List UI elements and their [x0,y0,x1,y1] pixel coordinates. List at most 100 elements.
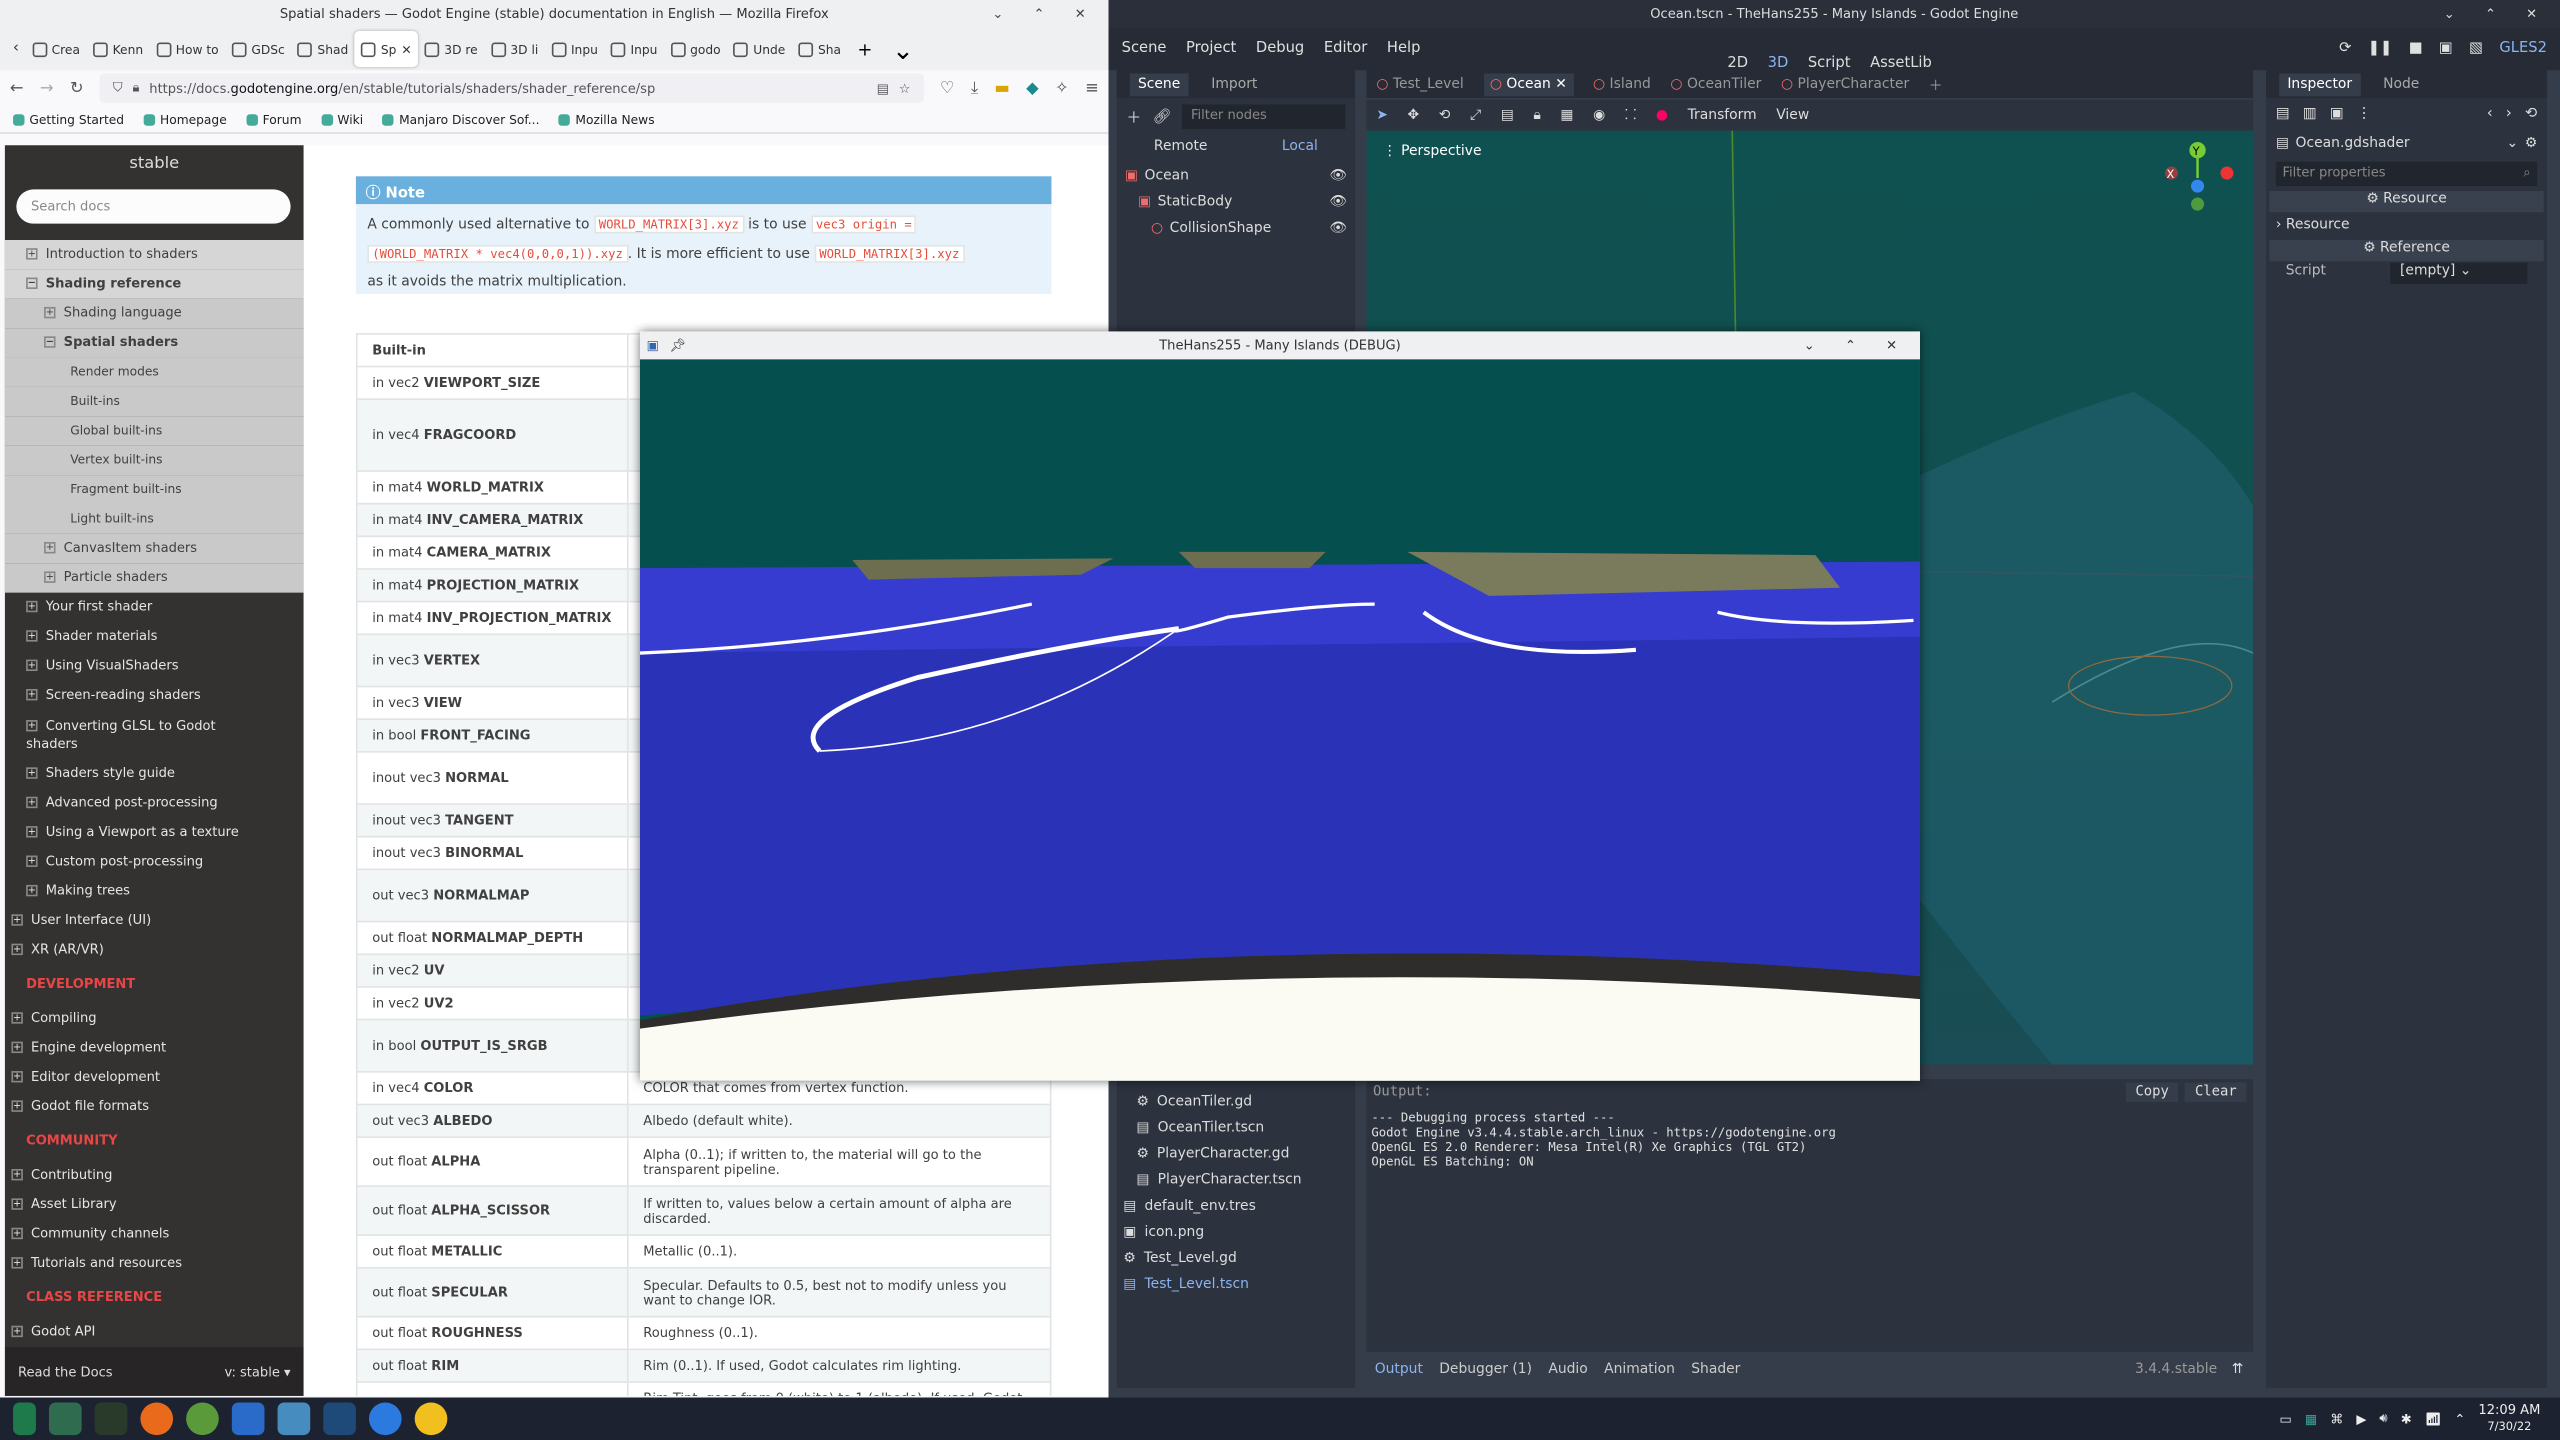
version-selector[interactable]: v: stable ▾ [224,1364,290,1379]
reader-icon[interactable]: ▤ [877,81,889,96]
file-item[interactable]: ▤ Test_Level.tscn [1117,1272,1355,1298]
browser-icon[interactable] [368,1402,402,1436]
expand-icon[interactable]: + [26,826,38,838]
lock-icon[interactable]: 🔒︎ [1533,107,1540,123]
file-item[interactable]: ▤ PlayerCharacter.tscn [1117,1167,1355,1193]
terminal-icon[interactable] [48,1402,82,1436]
scene-tree-node[interactable]: ○ CollisionShape 👁︎ [1125,216,1347,242]
link-icon[interactable]: 🔗︎ [1153,109,1172,125]
browser-tab[interactable]: Shad [291,31,354,67]
bookmark-item[interactable]: Wiki [321,112,363,127]
tab-list-icon[interactable]: ⌄ [882,33,923,64]
expand-icon[interactable]: + [26,688,38,701]
pin-icon[interactable]: 📌︎ [669,331,686,359]
browser-tab[interactable]: 3D re [418,31,484,67]
visibility-icon[interactable]: 👁︎ [1329,220,1347,236]
expand-icon[interactable]: + [26,767,38,779]
download-icon[interactable]: ⤓ [971,79,978,97]
nav-item[interactable]: + Engine development [5,1033,304,1062]
network-icon[interactable]: ⌘ [2330,1411,2343,1426]
godot-window-controls[interactable]: ⌄ ⌃ ✕ [2444,0,2550,28]
scene-tab[interactable]: ○ Test_Level [1376,76,1463,92]
window-controls[interactable]: ⌄ ⌃ ✕ [992,0,1098,28]
search-input[interactable]: Search docs [16,189,291,224]
godot-icon[interactable] [277,1402,311,1436]
arrow-up-icon[interactable]: ⌃ [2454,1411,2465,1426]
extensions-icon[interactable]: ✧ [1055,79,1069,97]
browser-tab[interactable]: Sha [792,31,848,67]
nav-item[interactable]: + User Interface (UI) [5,906,304,935]
nav-item[interactable]: + Using a Viewport as a texture [5,818,304,847]
stop-icon[interactable]: ■ [2409,41,2423,57]
group-icon[interactable]: ▦ [1560,107,1573,123]
resource-subsection[interactable]: › Resource [2266,217,2547,240]
nav-item[interactable]: + CanvasItem shaders [4,533,304,564]
wifi-icon[interactable]: 📶︎ [2425,1411,2442,1426]
bookmark-item[interactable]: Homepage [143,112,227,127]
volume-icon[interactable]: 🔊︎ [2379,1411,2387,1427]
extension-icon[interactable]: ▬ [994,79,1009,97]
nav-item[interactable]: + Editor development [5,1063,304,1092]
browser-tab[interactable]: GDSc [225,31,291,67]
clear-button[interactable]: Clear [2185,1081,2247,1102]
display-icon[interactable]: ▭ [2279,1411,2291,1426]
resource-name[interactable]: Ocean.gdshader [2296,136,2410,152]
bookmark-item[interactable]: Mozilla News [559,112,655,127]
browser-tab[interactable]: Kenn [87,31,150,67]
game-window[interactable]: ▣ 📌︎ TheHans255 - Many Islands (DEBUG) ⌄… [639,331,1920,1081]
viewport-menu[interactable]: Transform [1688,107,1757,123]
expand-icon[interactable]: + [11,943,23,956]
bookmark-item[interactable]: Getting Started [13,112,124,127]
nav-item[interactable]: + Particle shaders [4,563,304,593]
nav-item[interactable]: Built-ins [4,386,304,417]
collapse-icon[interactable]: − [44,336,56,348]
file-item[interactable]: ⚙ OceanTiler.gd [1117,1089,1355,1115]
browser-tab[interactable]: 3D li [484,31,545,67]
reference-section[interactable]: ⚙ Reference [2269,239,2544,262]
nav-item[interactable]: + Introduction to shaders [4,239,304,270]
axis-gizmo[interactable]: Y X [2164,137,2247,219]
copy-button[interactable]: Copy [2125,1081,2179,1102]
lock-icon[interactable]: 🔒︎ [133,80,140,96]
scene-tab[interactable]: ○ Island [1593,76,1651,92]
nav-item[interactable]: + Advanced post-processing [5,789,304,818]
list-tool-icon[interactable]: ▤ [1501,107,1514,123]
expand-icon[interactable]: + [26,659,38,672]
local-space-icon[interactable]: ◉ [1593,107,1605,123]
nav-item[interactable]: + Shaders style guide [5,759,304,788]
scene-tab[interactable]: ○ Ocean ✕ [1483,72,1574,96]
rotate-tool-icon[interactable]: ⟲ [1439,107,1451,123]
nav-item[interactable]: + Shader materials [5,622,304,651]
expand-icon[interactable]: + [11,1198,23,1210]
camera-icon[interactable]: ● [1656,107,1668,123]
browser-tab[interactable]: Inpu [545,31,605,67]
nav-item[interactable]: + Custom post-processing [5,847,304,876]
remote-tab[interactable]: Remote [1154,139,1208,155]
shield-icon[interactable]: ⛉ [113,80,123,96]
extension2-icon[interactable]: ◆ [1026,79,1039,97]
forward-icon[interactable]: → [40,79,54,97]
nav-item[interactable]: + Tutorials and resources [5,1249,304,1278]
nav-item[interactable]: + Screen-reading shaders [5,681,304,710]
expand-icon[interactable]: + [11,1100,23,1112]
menu-item[interactable]: Help [1387,41,1421,57]
nav-item[interactable]: + Godot API [5,1318,304,1347]
dock-tab[interactable]: Import [1211,76,1257,92]
close-tab-icon[interactable]: ✕ [401,42,411,57]
history-forward-icon[interactable]: › [2506,106,2512,122]
expand-icon[interactable]: ⇈ [2232,1362,2244,1378]
expand-icon[interactable]: + [11,1168,23,1181]
expand-icon[interactable]: + [11,1071,23,1083]
local-tab[interactable]: Local [1282,139,1318,155]
clock-date[interactable]: 7/30/22 [2478,1419,2540,1435]
visibility-icon[interactable]: 👁︎ [1329,194,1347,210]
nav-item[interactable]: + Asset Library [5,1190,304,1219]
expand-icon[interactable]: + [26,855,38,867]
nav-item[interactable]: + Contributing [5,1161,304,1190]
filter-nodes-input[interactable]: Filter nodes [1182,104,1346,129]
file-item[interactable]: ▣ icon.png [1117,1220,1355,1246]
vscode-icon[interactable] [323,1402,356,1436]
bottom-tab[interactable]: Output [1375,1362,1423,1378]
scene-tab[interactable]: ○ PlayerCharacter [1781,76,1909,92]
file-item[interactable]: ▤ OceanTiler.tscn [1117,1115,1355,1141]
